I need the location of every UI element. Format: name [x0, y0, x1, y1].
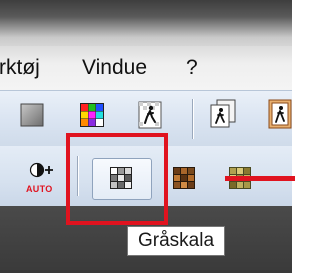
- walking-figure-icon[interactable]: [138, 101, 162, 129]
- color-grid-icon[interactable]: [80, 103, 104, 127]
- menu-item-help[interactable]: ?: [186, 56, 198, 80]
- menubar: rktøj Vindue ?: [0, 46, 292, 90]
- menu-item-window[interactable]: Vindue: [82, 56, 147, 80]
- sepia-grid-icon[interactable]: [173, 167, 195, 189]
- auto-label: AUTO: [26, 184, 53, 194]
- callout-arrow: [225, 176, 295, 181]
- toolbar-separator: [192, 99, 193, 139]
- window-title-area: [0, 0, 292, 48]
- screenshot: rktøj Vindue ? AUTO Gråskala: [0, 0, 310, 273]
- auto-contrast-icon[interactable]: [29, 162, 57, 182]
- highlight-box: [66, 133, 168, 225]
- tooltip: Gråskala: [127, 226, 225, 256]
- copy-figure-icon[interactable]: [209, 99, 237, 129]
- page-margin: [292, 0, 310, 273]
- framed-figure-icon[interactable]: [268, 99, 292, 129]
- menu-item-tools[interactable]: rktøj: [0, 56, 40, 80]
- gray-square-icon[interactable]: [20, 103, 44, 127]
